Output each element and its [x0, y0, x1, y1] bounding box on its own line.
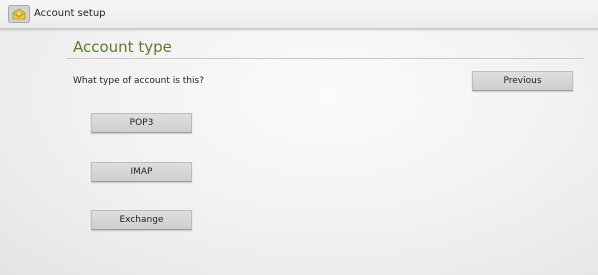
imap-button[interactable]: IMAP — [91, 162, 192, 182]
action-bar: Account setup — [0, 0, 598, 29]
exchange-button[interactable]: Exchange — [91, 210, 192, 230]
pop3-button[interactable]: POP3 — [91, 113, 192, 133]
title-divider — [66, 58, 584, 59]
email-envelope-icon[interactable] — [8, 5, 30, 23]
app-title: Account setup — [34, 8, 106, 19]
previous-button[interactable]: Previous — [472, 71, 573, 91]
account-type-question: What type of account is this? — [73, 76, 204, 86]
page-title: Account type — [73, 38, 172, 56]
